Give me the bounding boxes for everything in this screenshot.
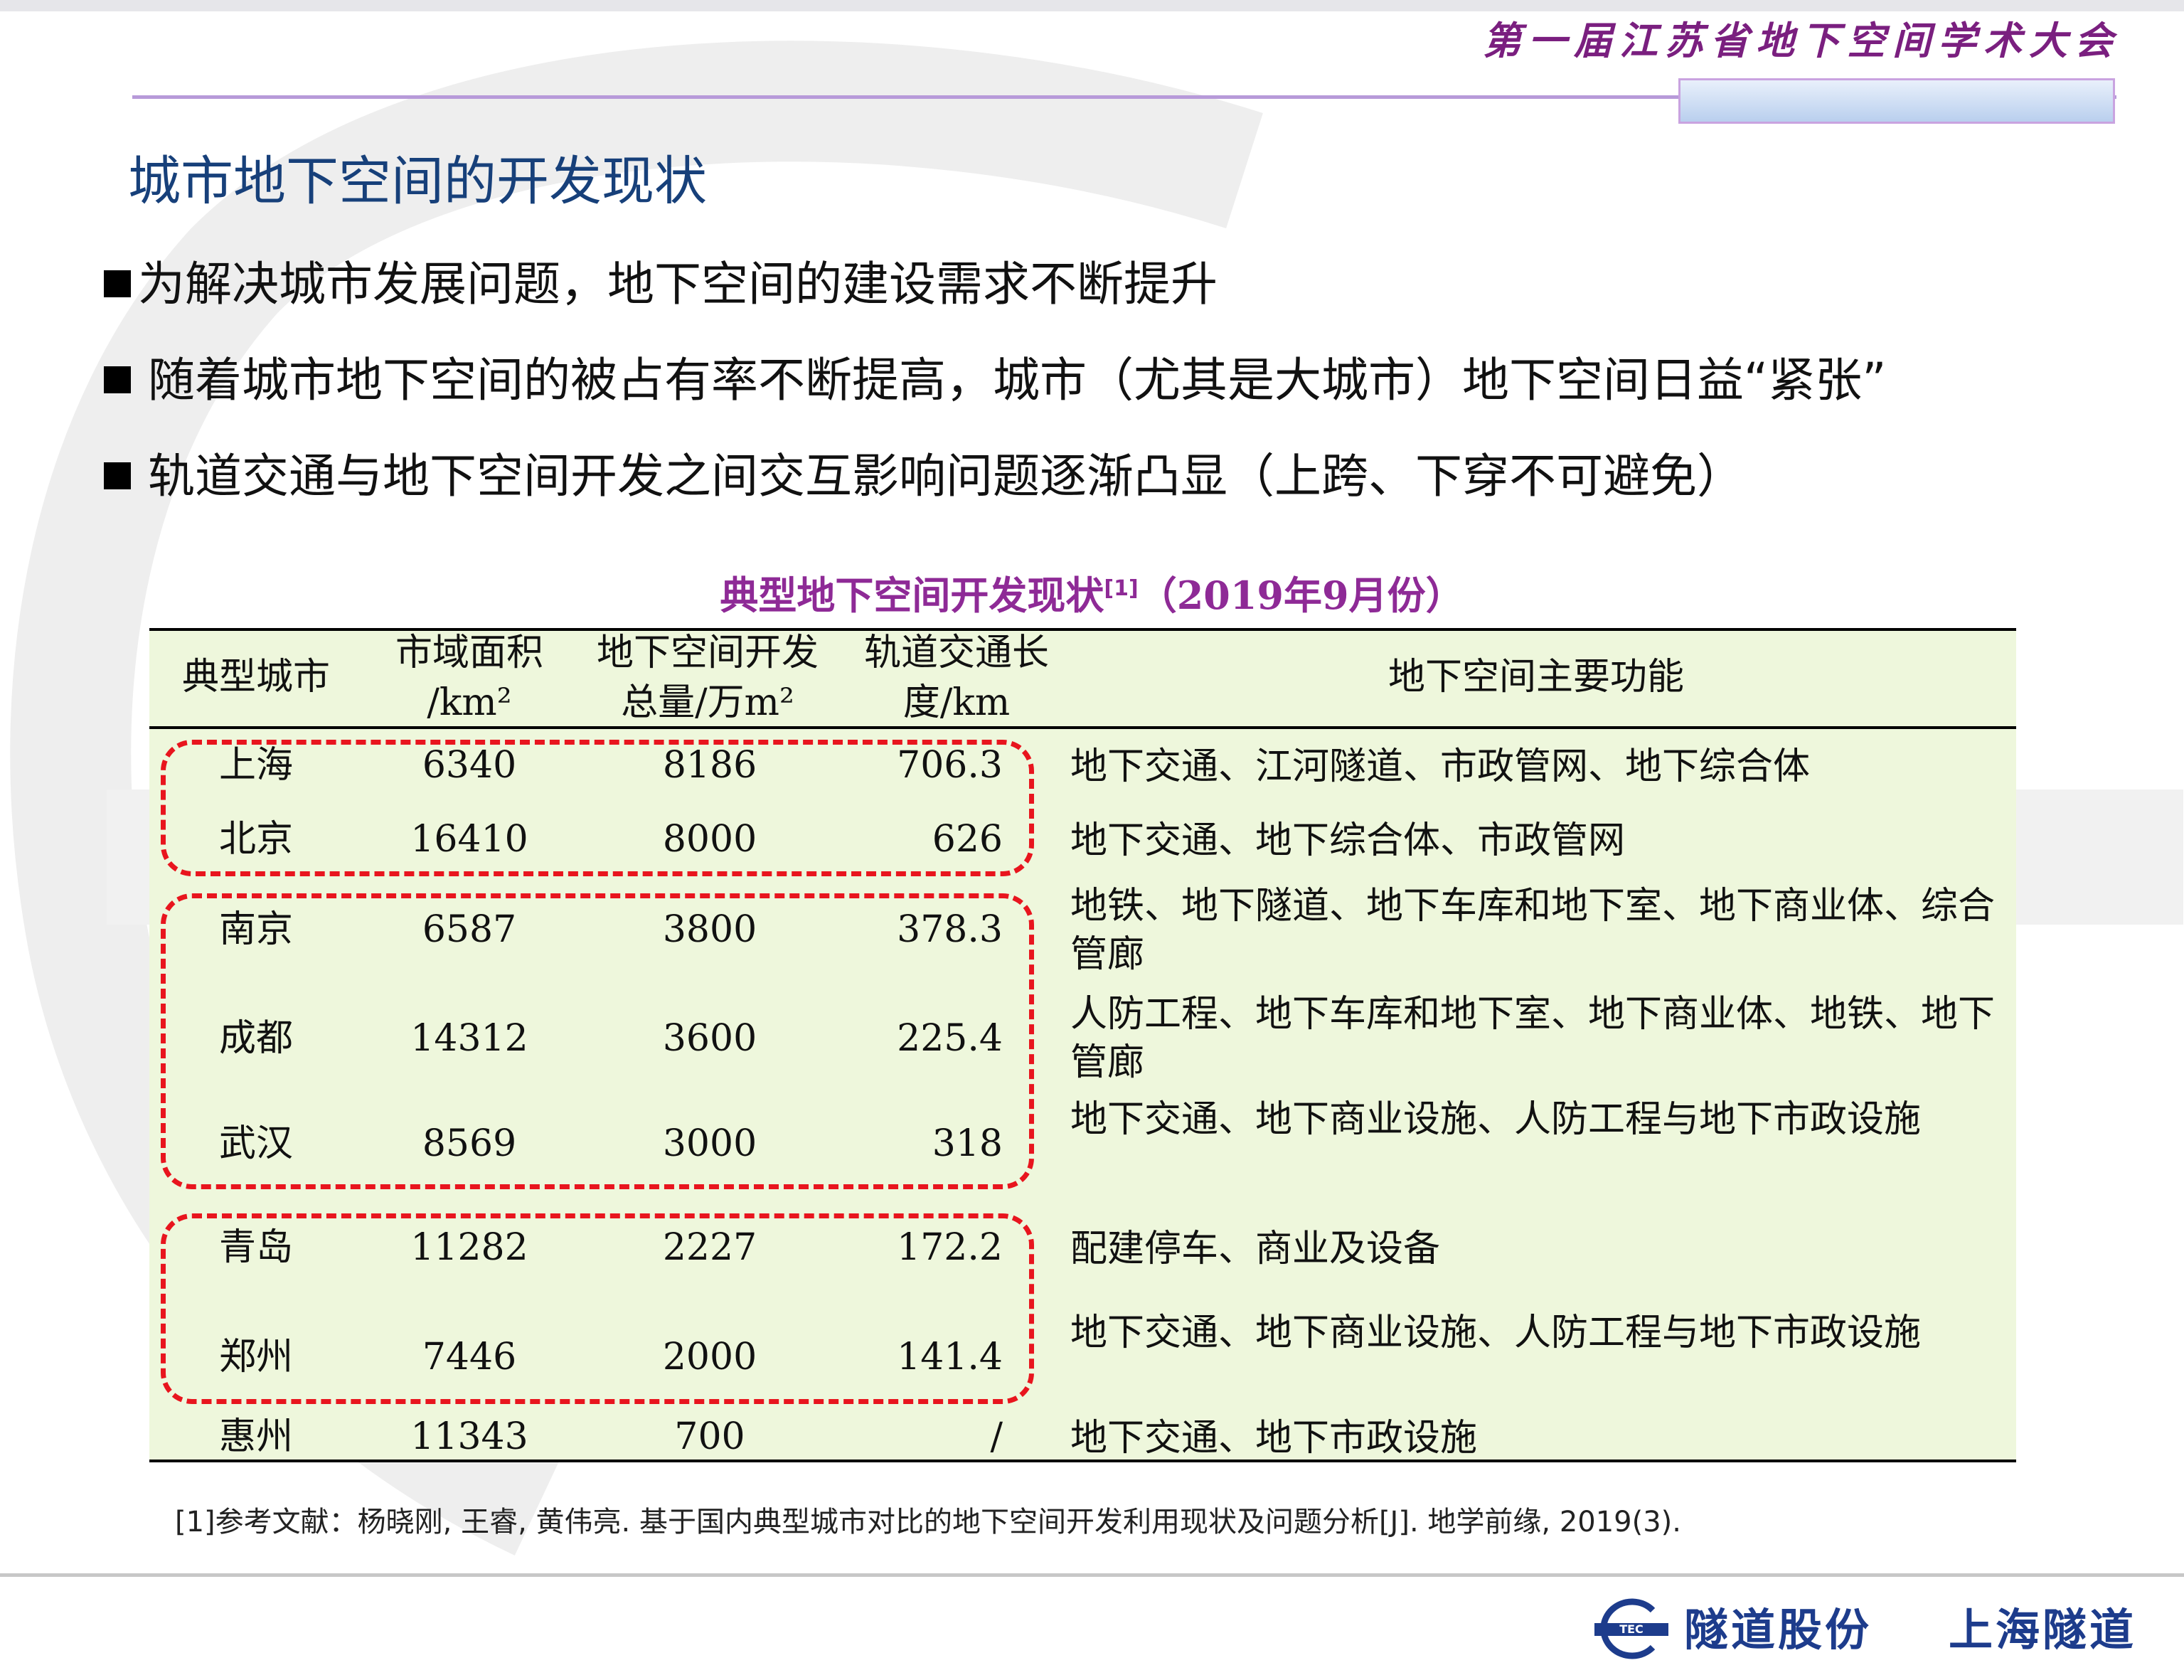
table-cell-function: 地下交通、江河隧道、市政管网、地下综合体 bbox=[1070, 745, 1811, 788]
footer-divider bbox=[0, 1573, 2184, 1577]
highlight-group-1 bbox=[161, 740, 1034, 876]
table-cell-function: 地下交通、地下商业设施、人防工程与地下市政设施 bbox=[1070, 1312, 1922, 1354]
company-name-shanghai-tunnel: 上海隧道 bbox=[1949, 1604, 2137, 1656]
top-strip bbox=[0, 0, 2184, 11]
highlight-group-2 bbox=[161, 893, 1034, 1189]
page-title: 城市地下空间的开发现状 bbox=[128, 151, 707, 212]
bullet-text: 轨道交通与地下空间开发之间交互影响问题逐渐凸显（上跨、下穿不可避免） bbox=[148, 449, 1744, 504]
bullet-text: 为解决城市发展问题，地下空间的建设需求不断提升 bbox=[138, 257, 1218, 312]
header-function: 地下空间主要功能 bbox=[1387, 656, 1684, 698]
bullet-item: 随着城市地下空间的被占有率不断提高，城市（尤其是大城市）地下空间日益“紧张” bbox=[104, 349, 1886, 413]
table-caption-reference: [1] bbox=[1104, 576, 1139, 601]
table-cell-area: 11343 bbox=[410, 1415, 528, 1458]
tec-logo-icon: TEC bbox=[1594, 1598, 1668, 1659]
company-name-tunnel: 隧道股份 bbox=[1684, 1604, 1873, 1656]
bullet-item: 轨道交通与地下空间开发之间交互影响问题逐渐凸显（上跨、下穿不可避免） bbox=[104, 445, 1744, 509]
table-caption: 典型地下空间开发现状[1]（2019年9月份） bbox=[0, 560, 2184, 618]
bullet-text: 随着城市地下空间的被占有率不断提高，城市（尤其是大城市）地下空间日益“紧张” bbox=[148, 353, 1887, 408]
conference-title: 第一届江苏省地下空间学术大会 bbox=[1483, 18, 2120, 63]
table-cell-function: 配建停车、商业及设备 bbox=[1070, 1228, 1441, 1270]
header-total-line2: 总量/万m² bbox=[621, 681, 794, 724]
reference-footnote: [1]参考文献：杨晓刚, 王睿, 黄伟亮. 基于国内典型城市对比的地下空间开发利… bbox=[175, 1506, 1681, 1538]
table-cell-function: 地铁、地下隧道、地下车库和地下室、地下商业体、综合管廊 bbox=[1070, 885, 1996, 976]
table-cell-rail: / bbox=[990, 1415, 1003, 1458]
header-area-line1: 市域面积 bbox=[395, 632, 543, 674]
table-cell-total: 700 bbox=[674, 1415, 745, 1458]
header-area: 市域面积 /km² bbox=[370, 628, 569, 728]
header-rail-line1: 轨道交通长 bbox=[863, 632, 1049, 674]
highlight-group-3 bbox=[161, 1213, 1034, 1404]
header-total: 地下空间开发 总量/万m² bbox=[576, 628, 839, 728]
table-cell-function: 地下交通、地下市政设施 bbox=[1070, 1417, 1478, 1460]
bullet-square-icon bbox=[104, 270, 131, 297]
bullet-square-icon bbox=[104, 366, 131, 393]
bullet-square-icon bbox=[104, 462, 131, 489]
table-cell-function: 人防工程、地下车库和地下室、地下商业体、地铁、地下管廊 bbox=[1070, 993, 1996, 1084]
slide: 第一届江苏省地下空间学术大会 城市地下空间的开发现状 为解决城市发展问题，地下空… bbox=[0, 0, 2184, 1680]
header-tab-decoration bbox=[1678, 78, 2115, 124]
header-city: 典型城市 bbox=[181, 656, 330, 698]
table-cell-city: 惠州 bbox=[218, 1415, 293, 1458]
table-cell-function: 地下交通、地下综合体、市政管网 bbox=[1070, 819, 1626, 862]
header-rail-line2: 度/km bbox=[902, 681, 1011, 724]
table-cell-function: 地下交通、地下商业设施、人防工程与地下市政设施 bbox=[1070, 1098, 1922, 1141]
header-area-line2: /km² bbox=[427, 681, 512, 724]
header-total-line1: 地下空间开发 bbox=[596, 632, 819, 674]
table-caption-date: （2019年9月份） bbox=[1138, 573, 1464, 618]
logo-abbr: TEC bbox=[1619, 1622, 1644, 1636]
table-caption-main: 典型地下空间开发现状 bbox=[720, 573, 1104, 618]
header-rail: 轨道交通长 度/km bbox=[846, 628, 1067, 728]
bullet-item: 为解决城市发展问题，地下空间的建设需求不断提升 bbox=[104, 252, 1218, 317]
